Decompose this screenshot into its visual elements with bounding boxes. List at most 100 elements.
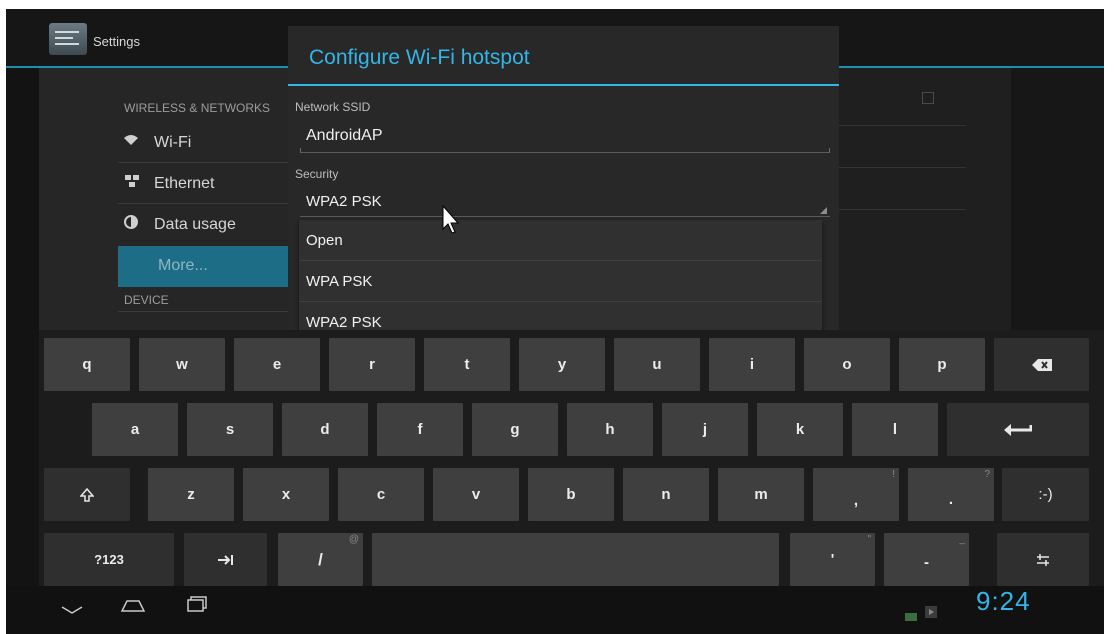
shift-key[interactable] xyxy=(44,468,130,521)
enter-key[interactable] xyxy=(947,403,1089,456)
home-icon[interactable] xyxy=(120,597,146,616)
navigation-bar xyxy=(6,586,1104,634)
key-a[interactable]: a xyxy=(92,403,178,456)
key-w[interactable]: w xyxy=(139,338,225,391)
key-f[interactable]: f xyxy=(377,403,463,456)
keyboard-indicator-icon xyxy=(905,606,917,625)
settings-item-ethernet[interactable]: Ethernet xyxy=(118,164,298,204)
key-d[interactable]: d xyxy=(282,403,368,456)
tab-icon xyxy=(217,554,233,565)
detail-panel-edge xyxy=(1011,68,1104,338)
security-option-open[interactable]: Open xyxy=(299,220,822,261)
key-n[interactable]: n xyxy=(623,468,709,521)
divider xyxy=(118,203,298,204)
smiley-key[interactable]: :-) xyxy=(1002,468,1089,521)
settings-item-label: Ethernet xyxy=(154,175,215,192)
settings-item-label: Data usage xyxy=(154,216,236,233)
divider xyxy=(838,125,966,126)
key-p[interactable]: p xyxy=(899,338,985,391)
back-icon[interactable] xyxy=(61,600,83,619)
ethernet-icon xyxy=(124,174,140,192)
divider xyxy=(838,167,966,168)
status-clock[interactable]: 9:24 xyxy=(976,586,1031,617)
dialog-title: Configure Wi-Fi hotspot xyxy=(309,46,530,69)
key-apostrophe[interactable]: ' " xyxy=(790,533,875,586)
key-e[interactable]: e xyxy=(234,338,320,391)
dropdown-arrow-icon[interactable] xyxy=(820,207,827,214)
space-key[interactable] xyxy=(372,533,779,586)
soft-keyboard: q w e r t y u i o p a s d f g h j k l z … xyxy=(39,330,1104,592)
android-screen: Settings WIRELESS & NETWORKS Wi-Fi Ether… xyxy=(6,9,1104,634)
key-j[interactable]: j xyxy=(662,403,748,456)
symbols-key[interactable]: ?123 xyxy=(44,533,174,586)
key-z[interactable]: z xyxy=(148,468,234,521)
key-dash[interactable]: - _ xyxy=(884,533,969,586)
settings-item-more[interactable]: More... xyxy=(118,246,298,287)
key-x[interactable]: x xyxy=(243,468,329,521)
key-c[interactable]: c xyxy=(338,468,424,521)
key-i[interactable]: i xyxy=(709,338,795,391)
keyboard-settings-icon xyxy=(1037,553,1049,566)
settings-icon[interactable] xyxy=(49,23,87,55)
enter-icon xyxy=(1004,423,1032,436)
ssid-underline xyxy=(300,152,830,153)
security-underline xyxy=(300,216,830,217)
key-r[interactable]: r xyxy=(329,338,415,391)
key-k[interactable]: k xyxy=(757,403,843,456)
tab-key[interactable] xyxy=(184,533,267,586)
checkbox[interactable] xyxy=(922,92,934,104)
settings-item-wifi[interactable]: Wi-Fi xyxy=(118,123,298,163)
shift-icon xyxy=(80,487,94,502)
settings-item-label: More... xyxy=(158,257,208,274)
ssid-underline-tick xyxy=(300,148,301,153)
key-h[interactable]: h xyxy=(567,403,653,456)
key-apostrophe-hint: " xyxy=(867,534,871,545)
mouse-pointer-icon xyxy=(442,204,462,239)
key-t[interactable]: t xyxy=(424,338,510,391)
key-u[interactable]: u xyxy=(614,338,700,391)
key-comma[interactable]: , ! xyxy=(813,468,899,521)
recent-apps-icon[interactable] xyxy=(187,596,207,616)
data-usage-icon xyxy=(124,215,138,233)
key-v[interactable]: v xyxy=(433,468,519,521)
settings-item-data-usage[interactable]: Data usage xyxy=(118,205,298,245)
key-y[interactable]: y xyxy=(519,338,605,391)
security-dropdown: Open WPA PSK WPA2 PSK xyxy=(299,220,822,344)
section-header-wireless: WIRELESS & NETWORKS xyxy=(124,101,271,115)
key-period-label: . xyxy=(948,491,954,508)
ssid-underline-tick xyxy=(829,148,830,153)
key-period[interactable]: . ? xyxy=(908,468,994,521)
divider xyxy=(118,162,298,163)
key-s[interactable]: s xyxy=(187,403,273,456)
key-o[interactable]: o xyxy=(804,338,890,391)
key-apostrophe-label: ' xyxy=(830,551,835,568)
key-comma-label: , xyxy=(853,492,859,509)
key-period-hint: ? xyxy=(984,469,990,480)
keyboard-settings-key[interactable] xyxy=(997,533,1089,586)
app-title: Settings xyxy=(93,34,140,49)
section-header-device: DEVICE xyxy=(124,293,169,307)
security-select[interactable]: WPA2 PSK xyxy=(306,193,382,210)
detail-panel xyxy=(838,68,1011,338)
key-comma-hint: ! xyxy=(892,469,895,480)
key-l[interactable]: l xyxy=(852,403,938,456)
key-slash-hint: @ xyxy=(348,534,359,545)
divider xyxy=(118,311,298,312)
key-b[interactable]: b xyxy=(528,468,614,521)
key-slash[interactable]: / @ xyxy=(278,533,363,586)
key-dash-hint: _ xyxy=(959,534,965,545)
key-q[interactable]: q xyxy=(44,338,130,391)
wifi-icon xyxy=(124,133,138,150)
settings-item-label: Wi-Fi xyxy=(154,134,192,151)
ssid-label: Network SSID xyxy=(295,100,371,114)
ssid-field[interactable]: AndroidAP xyxy=(306,127,383,145)
security-option-wpa-psk[interactable]: WPA PSK xyxy=(299,261,822,302)
notification-icon[interactable] xyxy=(925,603,937,622)
key-dash-label: - xyxy=(924,554,929,571)
key-m[interactable]: m xyxy=(718,468,804,521)
backspace-icon xyxy=(1031,358,1052,371)
key-g[interactable]: g xyxy=(472,403,558,456)
key-slash-label: / xyxy=(318,549,323,569)
security-label: Security xyxy=(295,167,339,181)
backspace-key[interactable] xyxy=(994,338,1089,391)
